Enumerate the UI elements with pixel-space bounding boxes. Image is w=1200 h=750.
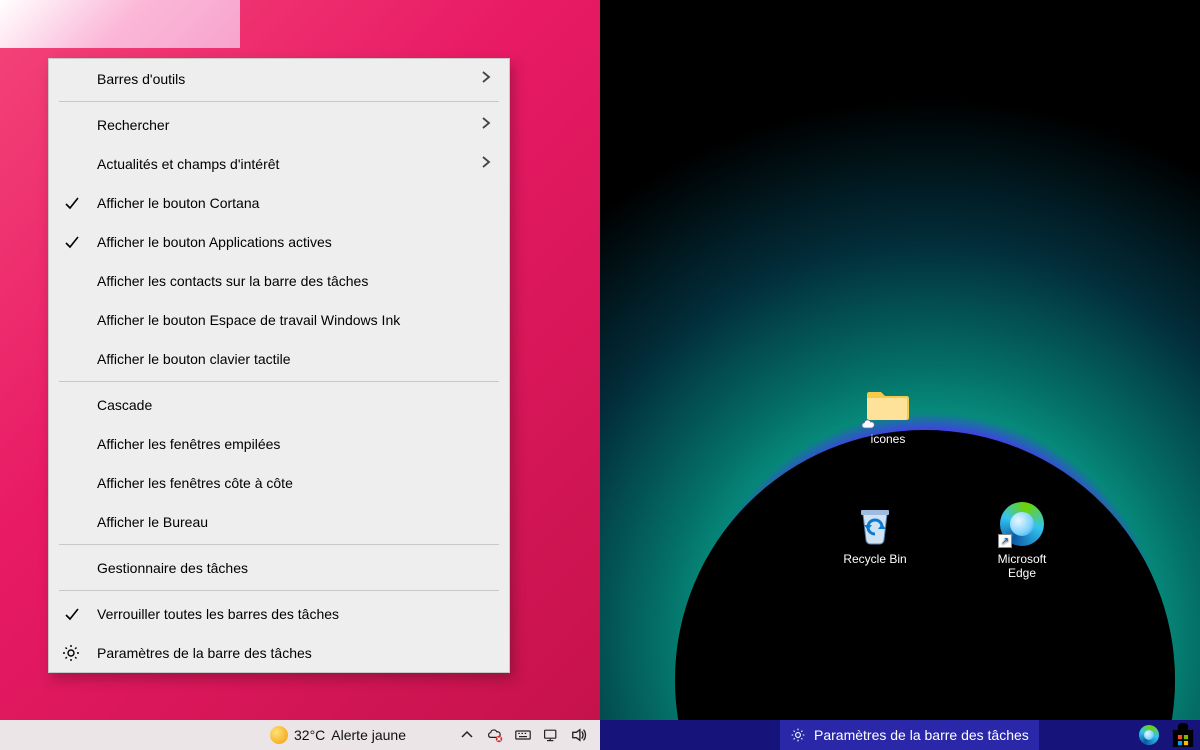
menu-item[interactable]: Verrouiller toutes les barres des tâches — [49, 594, 509, 633]
menu-separator — [59, 544, 499, 545]
menu-item-label: Afficher le bouton Espace de travail Win… — [97, 312, 400, 328]
menu-item[interactable]: Afficher les fenêtres côte à côte — [49, 463, 509, 502]
menu-item[interactable]: Afficher les fenêtres empilées — [49, 424, 509, 463]
touch-keyboard-icon[interactable] — [514, 726, 532, 744]
tray-overflow-icon[interactable] — [458, 726, 476, 744]
menu-item[interactable]: Cascade — [49, 385, 509, 424]
taskbar-right: Paramètres de la barre des tâches — [600, 720, 1200, 750]
network-icon[interactable] — [542, 726, 560, 744]
menu-item[interactable]: Afficher le bouton Espace de travail Win… — [49, 300, 509, 339]
weather-widget[interactable]: 32°C Alerte jaune — [270, 726, 406, 744]
desktop-icons-area: icones Recycle Bin ↗ Microsoft Edge — [600, 0, 1200, 720]
onedrive-icon[interactable] — [486, 726, 504, 744]
menu-item-label: Actualités et champs d'intérêt — [97, 156, 279, 172]
menu-item-label: Verrouiller toutes les barres des tâches — [97, 606, 339, 622]
menu-item-label: Afficher le bouton Applications actives — [97, 234, 332, 250]
cloud-sync-badge-icon — [860, 416, 876, 432]
taskbar-edge-button[interactable] — [1132, 720, 1166, 750]
menu-item[interactable]: Barres d'outils — [49, 59, 509, 98]
menu-item[interactable]: Paramètres de la barre des tâches — [49, 633, 509, 672]
start-menu-tile — [0, 0, 240, 48]
taskbar-settings-label: Paramètres de la barre des tâches — [814, 727, 1029, 743]
menu-item-label: Afficher les contacts sur la barre des t… — [97, 273, 368, 289]
checkmark-icon — [63, 233, 81, 251]
desktop-recycle-bin-label: Recycle Bin — [843, 552, 906, 566]
menu-item[interactable]: Afficher les contacts sur la barre des t… — [49, 261, 509, 300]
taskbar-context-menu: Barres d'outils Rechercher Actualités et c… — [48, 58, 510, 673]
submenu-arrow-icon — [479, 155, 493, 172]
desktop-edge-label: Microsoft Edge — [982, 552, 1062, 580]
weather-temperature: 32°C — [294, 727, 325, 743]
menu-separator — [59, 381, 499, 382]
edge-logo-icon — [1139, 725, 1159, 745]
checkmark-icon — [63, 605, 81, 623]
menu-separator — [59, 101, 499, 102]
menu-item[interactable]: Actualités et champs d'intérêt — [49, 144, 509, 183]
menu-item-label: Afficher le Bureau — [97, 514, 208, 530]
menu-item-label: Afficher le bouton Cortana — [97, 195, 259, 211]
shortcut-arrow-icon: ↗ — [998, 534, 1012, 548]
submenu-arrow-icon — [479, 70, 493, 87]
menu-item-label: Afficher le bouton clavier tactile — [97, 351, 291, 367]
menu-item[interactable]: Afficher le bouton Applications actives — [49, 222, 509, 261]
taskbar-settings-button[interactable]: Paramètres de la barre des tâches — [780, 720, 1039, 750]
menu-item-label: Cascade — [97, 397, 152, 413]
checkmark-icon — [63, 194, 81, 212]
menu-item-label: Paramètres de la barre des tâches — [97, 645, 312, 661]
volume-icon[interactable] — [570, 726, 588, 744]
system-tray — [458, 726, 600, 744]
menu-item[interactable]: Afficher le Bureau — [49, 502, 509, 541]
menu-item-label: Barres d'outils — [97, 71, 185, 87]
menu-item-label: Rechercher — [97, 117, 169, 133]
menu-item[interactable]: Afficher le bouton Cortana — [49, 183, 509, 222]
menu-item[interactable]: Afficher le bouton clavier tactile — [49, 339, 509, 378]
gear-icon — [61, 643, 81, 663]
menu-item[interactable]: Gestionnaire des tâches — [49, 548, 509, 587]
sun-icon — [270, 726, 288, 744]
desktop-folder-label: icones — [871, 432, 906, 446]
left-desktop-wallpaper: Barres d'outils Rechercher Actualités et c… — [0, 0, 600, 750]
taskbar-left: 32°C Alerte jaune — [0, 720, 600, 750]
desktop-folder-icon[interactable]: icones — [848, 380, 928, 446]
menu-item-label: Afficher les fenêtres empilées — [97, 436, 280, 452]
gear-icon — [790, 727, 806, 743]
menu-item-label: Afficher les fenêtres côte à côte — [97, 475, 293, 491]
desktop-recycle-bin-icon[interactable]: Recycle Bin — [835, 500, 915, 566]
menu-separator — [59, 590, 499, 591]
taskbar-store-button[interactable] — [1166, 720, 1200, 750]
submenu-arrow-icon — [479, 116, 493, 133]
store-icon — [1166, 718, 1200, 750]
weather-status: Alerte jaune — [331, 727, 406, 743]
menu-item-label: Gestionnaire des tâches — [97, 560, 248, 576]
desktop-edge-icon[interactable]: ↗ Microsoft Edge — [982, 500, 1062, 580]
right-desktop-wallpaper: icones Recycle Bin ↗ Microsoft Edge — [600, 0, 1200, 750]
menu-item[interactable]: Rechercher — [49, 105, 509, 144]
